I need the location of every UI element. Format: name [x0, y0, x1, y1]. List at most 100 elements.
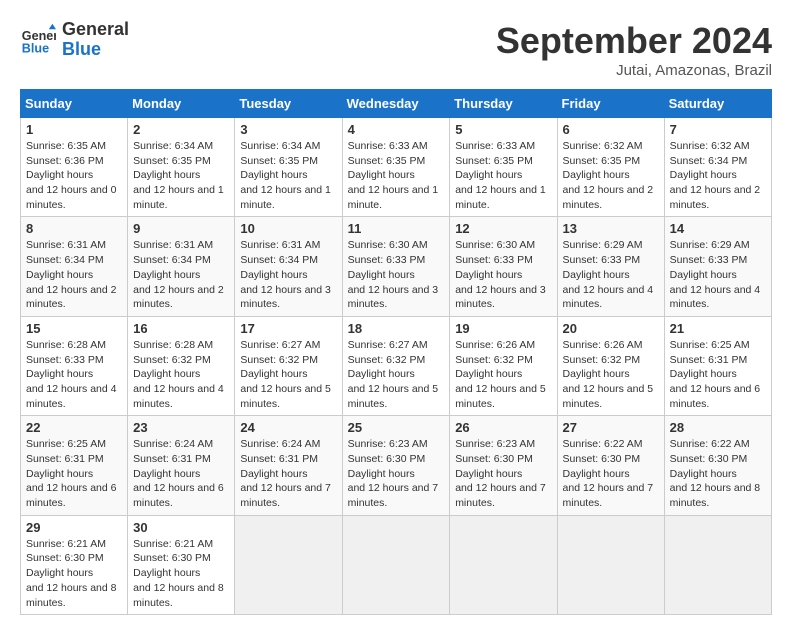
calendar-cell: 21 Sunrise: 6:25 AM Sunset: 6:31 PM Dayl… [664, 316, 771, 415]
day-info: Sunrise: 6:30 AM Sunset: 6:33 PM Dayligh… [348, 238, 445, 311]
day-info: Sunrise: 6:21 AM Sunset: 6:30 PM Dayligh… [26, 537, 122, 610]
calendar-cell: 19 Sunrise: 6:26 AM Sunset: 6:32 PM Dayl… [450, 316, 557, 415]
day-number: 28 [670, 420, 766, 435]
day-info: Sunrise: 6:23 AM Sunset: 6:30 PM Dayligh… [455, 437, 551, 510]
calendar-cell: 15 Sunrise: 6:28 AM Sunset: 6:33 PM Dayl… [21, 316, 128, 415]
calendar-cell: 11 Sunrise: 6:30 AM Sunset: 6:33 PM Dayl… [342, 217, 450, 316]
calendar-cell: 24 Sunrise: 6:24 AM Sunset: 6:31 PM Dayl… [235, 416, 342, 515]
day-info: Sunrise: 6:24 AM Sunset: 6:31 PM Dayligh… [240, 437, 336, 510]
calendar-week-4: 22 Sunrise: 6:25 AM Sunset: 6:31 PM Dayl… [21, 416, 772, 515]
day-number: 17 [240, 321, 336, 336]
location-subtitle: Jutai, Amazonas, Brazil [496, 62, 772, 79]
day-number: 21 [670, 321, 766, 336]
weekday-header-wednesday: Wednesday [342, 90, 450, 118]
day-info: Sunrise: 6:29 AM Sunset: 6:33 PM Dayligh… [563, 238, 659, 311]
day-info: Sunrise: 6:27 AM Sunset: 6:32 PM Dayligh… [348, 338, 445, 411]
logo-text-line1: General [62, 20, 129, 40]
calendar-cell: 28 Sunrise: 6:22 AM Sunset: 6:30 PM Dayl… [664, 416, 771, 515]
day-number: 14 [670, 221, 766, 236]
calendar-cell: 14 Sunrise: 6:29 AM Sunset: 6:33 PM Dayl… [664, 217, 771, 316]
day-number: 23 [133, 420, 229, 435]
calendar-cell: 25 Sunrise: 6:23 AM Sunset: 6:30 PM Dayl… [342, 416, 450, 515]
day-number: 29 [26, 520, 122, 535]
day-number: 20 [563, 321, 659, 336]
title-area: September 2024 Jutai, Amazonas, Brazil [496, 20, 772, 79]
calendar-cell [664, 515, 771, 614]
day-info: Sunrise: 6:34 AM Sunset: 6:35 PM Dayligh… [240, 139, 336, 212]
calendar-cell: 13 Sunrise: 6:29 AM Sunset: 6:33 PM Dayl… [557, 217, 664, 316]
day-number: 9 [133, 221, 229, 236]
calendar-cell: 18 Sunrise: 6:27 AM Sunset: 6:32 PM Dayl… [342, 316, 450, 415]
weekday-header-sunday: Sunday [21, 90, 128, 118]
day-info: Sunrise: 6:31 AM Sunset: 6:34 PM Dayligh… [240, 238, 336, 311]
day-info: Sunrise: 6:29 AM Sunset: 6:33 PM Dayligh… [670, 238, 766, 311]
calendar-cell: 30 Sunrise: 6:21 AM Sunset: 6:30 PM Dayl… [128, 515, 235, 614]
calendar-cell: 20 Sunrise: 6:26 AM Sunset: 6:32 PM Dayl… [557, 316, 664, 415]
day-info: Sunrise: 6:32 AM Sunset: 6:35 PM Dayligh… [563, 139, 659, 212]
weekday-header-thursday: Thursday [450, 90, 557, 118]
day-number: 25 [348, 420, 445, 435]
day-info: Sunrise: 6:25 AM Sunset: 6:31 PM Dayligh… [26, 437, 122, 510]
day-number: 27 [563, 420, 659, 435]
calendar-header-row: SundayMondayTuesdayWednesdayThursdayFrid… [21, 90, 772, 118]
day-number: 30 [133, 520, 229, 535]
calendar-cell: 26 Sunrise: 6:23 AM Sunset: 6:30 PM Dayl… [450, 416, 557, 515]
day-number: 16 [133, 321, 229, 336]
day-info: Sunrise: 6:22 AM Sunset: 6:30 PM Dayligh… [670, 437, 766, 510]
day-number: 8 [26, 221, 122, 236]
calendar-cell [342, 515, 450, 614]
month-title: September 2024 [496, 20, 772, 62]
calendar-cell: 10 Sunrise: 6:31 AM Sunset: 6:34 PM Dayl… [235, 217, 342, 316]
day-info: Sunrise: 6:26 AM Sunset: 6:32 PM Dayligh… [563, 338, 659, 411]
calendar-week-5: 29 Sunrise: 6:21 AM Sunset: 6:30 PM Dayl… [21, 515, 772, 614]
day-number: 13 [563, 221, 659, 236]
calendar-table: SundayMondayTuesdayWednesdayThursdayFrid… [20, 89, 772, 615]
calendar-cell: 8 Sunrise: 6:31 AM Sunset: 6:34 PM Dayli… [21, 217, 128, 316]
day-number: 10 [240, 221, 336, 236]
calendar-week-2: 8 Sunrise: 6:31 AM Sunset: 6:34 PM Dayli… [21, 217, 772, 316]
day-info: Sunrise: 6:23 AM Sunset: 6:30 PM Dayligh… [348, 437, 445, 510]
weekday-header-monday: Monday [128, 90, 235, 118]
day-number: 3 [240, 122, 336, 137]
day-info: Sunrise: 6:28 AM Sunset: 6:33 PM Dayligh… [26, 338, 122, 411]
calendar-cell: 5 Sunrise: 6:33 AM Sunset: 6:35 PM Dayli… [450, 118, 557, 217]
day-info: Sunrise: 6:32 AM Sunset: 6:34 PM Dayligh… [670, 139, 766, 212]
calendar-cell: 6 Sunrise: 6:32 AM Sunset: 6:35 PM Dayli… [557, 118, 664, 217]
calendar-cell [450, 515, 557, 614]
calendar-cell: 17 Sunrise: 6:27 AM Sunset: 6:32 PM Dayl… [235, 316, 342, 415]
day-number: 18 [348, 321, 445, 336]
day-number: 11 [348, 221, 445, 236]
calendar-cell [235, 515, 342, 614]
calendar-cell: 16 Sunrise: 6:28 AM Sunset: 6:32 PM Dayl… [128, 316, 235, 415]
weekday-header-tuesday: Tuesday [235, 90, 342, 118]
day-info: Sunrise: 6:31 AM Sunset: 6:34 PM Dayligh… [26, 238, 122, 311]
calendar-cell: 29 Sunrise: 6:21 AM Sunset: 6:30 PM Dayl… [21, 515, 128, 614]
calendar-week-3: 15 Sunrise: 6:28 AM Sunset: 6:33 PM Dayl… [21, 316, 772, 415]
day-info: Sunrise: 6:30 AM Sunset: 6:33 PM Dayligh… [455, 238, 551, 311]
day-info: Sunrise: 6:34 AM Sunset: 6:35 PM Dayligh… [133, 139, 229, 212]
day-info: Sunrise: 6:24 AM Sunset: 6:31 PM Dayligh… [133, 437, 229, 510]
logo: General Blue General Blue [20, 20, 129, 60]
day-info: Sunrise: 6:21 AM Sunset: 6:30 PM Dayligh… [133, 537, 229, 610]
day-info: Sunrise: 6:25 AM Sunset: 6:31 PM Dayligh… [670, 338, 766, 411]
calendar-cell: 23 Sunrise: 6:24 AM Sunset: 6:31 PM Dayl… [128, 416, 235, 515]
day-info: Sunrise: 6:22 AM Sunset: 6:30 PM Dayligh… [563, 437, 659, 510]
calendar-cell: 4 Sunrise: 6:33 AM Sunset: 6:35 PM Dayli… [342, 118, 450, 217]
day-info: Sunrise: 6:31 AM Sunset: 6:34 PM Dayligh… [133, 238, 229, 311]
day-number: 2 [133, 122, 229, 137]
day-info: Sunrise: 6:26 AM Sunset: 6:32 PM Dayligh… [455, 338, 551, 411]
calendar-cell: 1 Sunrise: 6:35 AM Sunset: 6:36 PM Dayli… [21, 118, 128, 217]
page-header: General Blue General Blue September 2024… [20, 20, 772, 79]
weekday-header-saturday: Saturday [664, 90, 771, 118]
day-number: 7 [670, 122, 766, 137]
day-info: Sunrise: 6:33 AM Sunset: 6:35 PM Dayligh… [455, 139, 551, 212]
calendar-week-1: 1 Sunrise: 6:35 AM Sunset: 6:36 PM Dayli… [21, 118, 772, 217]
day-number: 24 [240, 420, 336, 435]
day-number: 6 [563, 122, 659, 137]
day-info: Sunrise: 6:28 AM Sunset: 6:32 PM Dayligh… [133, 338, 229, 411]
calendar-cell: 27 Sunrise: 6:22 AM Sunset: 6:30 PM Dayl… [557, 416, 664, 515]
day-number: 15 [26, 321, 122, 336]
day-number: 1 [26, 122, 122, 137]
calendar-cell: 2 Sunrise: 6:34 AM Sunset: 6:35 PM Dayli… [128, 118, 235, 217]
day-number: 26 [455, 420, 551, 435]
